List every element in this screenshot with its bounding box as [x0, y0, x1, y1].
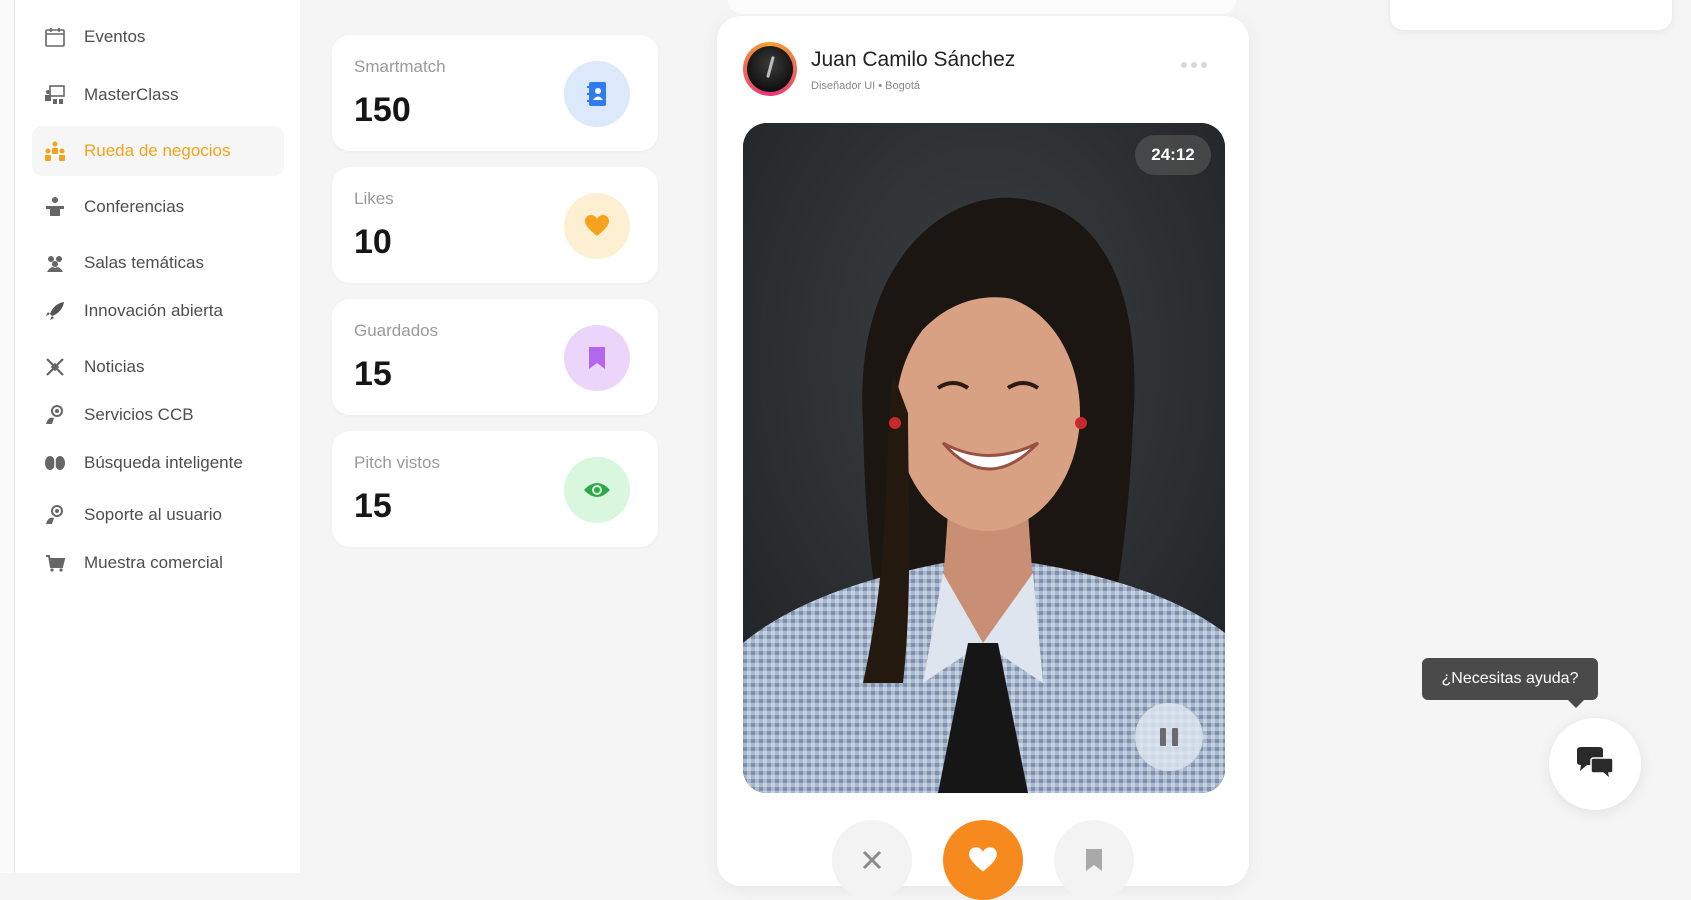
group-icon: [44, 252, 66, 274]
portrait-illustration: [743, 123, 1225, 793]
dismiss-button[interactable]: [832, 820, 912, 900]
stat-label: Guardados: [354, 321, 439, 340]
heart-icon: [969, 847, 997, 872]
top-right-widget[interactable]: [1390, 0, 1672, 30]
profile-subtitle: Diseñador UI • Bogotá: [811, 80, 921, 92]
sidebar-item-servicios-ccb[interactable]: Servicios CCB: [32, 390, 284, 440]
sidebar-item-label: Búsqueda inteligente: [84, 453, 243, 472]
stat-card-pitch-vistos[interactable]: Pitch vistos 15: [332, 431, 658, 547]
sidebar: Eventos MasterClass Rueda de negocios Co…: [0, 0, 300, 873]
sidebar-item-label: Eventos: [84, 27, 146, 46]
profile-video[interactable]: 24:12: [743, 123, 1225, 793]
stat-value: 10: [354, 223, 392, 261]
sidebar-item-eventos[interactable]: Eventos: [32, 12, 284, 62]
sidebar-edge: [0, 0, 15, 873]
chat-icon: [1577, 747, 1614, 781]
bookmark-icon: [564, 325, 630, 391]
sidebar-item-label: Conferencias: [84, 197, 185, 216]
pause-button[interactable]: [1135, 703, 1203, 771]
sidebar-item-soporte-al-usuario[interactable]: Soporte al usuario: [32, 490, 284, 540]
video-timer: 24:12: [1135, 135, 1211, 175]
people-network-icon: [44, 140, 66, 162]
rocket-icon: [44, 300, 66, 322]
satellite-icon: [44, 356, 66, 378]
calendar-icon: [44, 26, 66, 48]
support-agent-icon: [44, 404, 66, 426]
close-icon: [862, 850, 882, 870]
sidebar-item-label: MasterClass: [84, 85, 179, 104]
profile-name: Juan Camilo Sánchez: [811, 48, 1016, 71]
stat-label: Smartmatch: [354, 57, 446, 76]
sidebar-item-busqueda-inteligente[interactable]: Búsqueda inteligente: [32, 438, 284, 488]
sidebar-item-noticias[interactable]: Noticias: [32, 342, 284, 392]
sidebar-item-label: Servicios CCB: [84, 405, 194, 424]
stat-card-likes[interactable]: Likes 10: [332, 167, 658, 283]
sidebar-item-salas-tematicas[interactable]: Salas temáticas: [32, 238, 284, 288]
stat-value: 150: [354, 91, 411, 129]
stat-label: Pitch vistos: [354, 453, 440, 472]
pause-icon: [1160, 728, 1166, 746]
avatar-image: [747, 46, 793, 92]
profile-card: Juan Camilo Sánchez Diseñador UI • Bogot…: [717, 16, 1249, 900]
sidebar-item-rueda-de-negocios[interactable]: Rueda de negocios: [32, 126, 284, 176]
stat-label: Likes: [354, 189, 394, 208]
heart-icon: [564, 193, 630, 259]
stacked-card-back: [728, 0, 1236, 14]
stat-value: 15: [354, 487, 392, 525]
eye-icon: [564, 457, 630, 523]
sidebar-item-label: Noticias: [84, 357, 145, 376]
stat-value: 15: [354, 355, 392, 393]
pause-icon: [1172, 728, 1178, 746]
support-agent-icon: [44, 504, 66, 526]
contact-book-icon: [564, 61, 630, 127]
sidebar-item-conferencias[interactable]: Conferencias: [32, 182, 284, 232]
help-tooltip: ¿Necesitas ayuda?: [1422, 658, 1598, 708]
speaker-icon: [44, 196, 66, 218]
bookmark-icon: [1086, 849, 1102, 871]
sidebar-item-masterclass[interactable]: MasterClass: [32, 70, 284, 120]
sidebar-item-label: Salas temáticas: [84, 253, 204, 272]
sidebar-item-innovacion-abierta[interactable]: Innovación abierta: [32, 286, 284, 336]
sidebar-item-label: Rueda de negocios: [84, 141, 231, 160]
stat-card-guardados[interactable]: Guardados 15: [332, 299, 658, 415]
like-button[interactable]: [943, 820, 1023, 900]
brain-icon: [44, 452, 66, 474]
cart-icon: [44, 552, 66, 574]
avatar[interactable]: [743, 42, 797, 96]
more-options-icon[interactable]: [1181, 62, 1207, 68]
sidebar-item-muestra-comercial[interactable]: Muestra comercial: [32, 538, 284, 588]
sidebar-item-label: Soporte al usuario: [84, 505, 222, 524]
help-chat-button[interactable]: [1549, 718, 1641, 810]
stat-card-smartmatch[interactable]: Smartmatch 150: [332, 35, 658, 151]
sidebar-item-label: Innovación abierta: [84, 301, 223, 320]
save-button[interactable]: [1054, 820, 1134, 900]
sidebar-item-label: Muestra comercial: [84, 553, 223, 572]
classroom-icon: [44, 84, 66, 106]
